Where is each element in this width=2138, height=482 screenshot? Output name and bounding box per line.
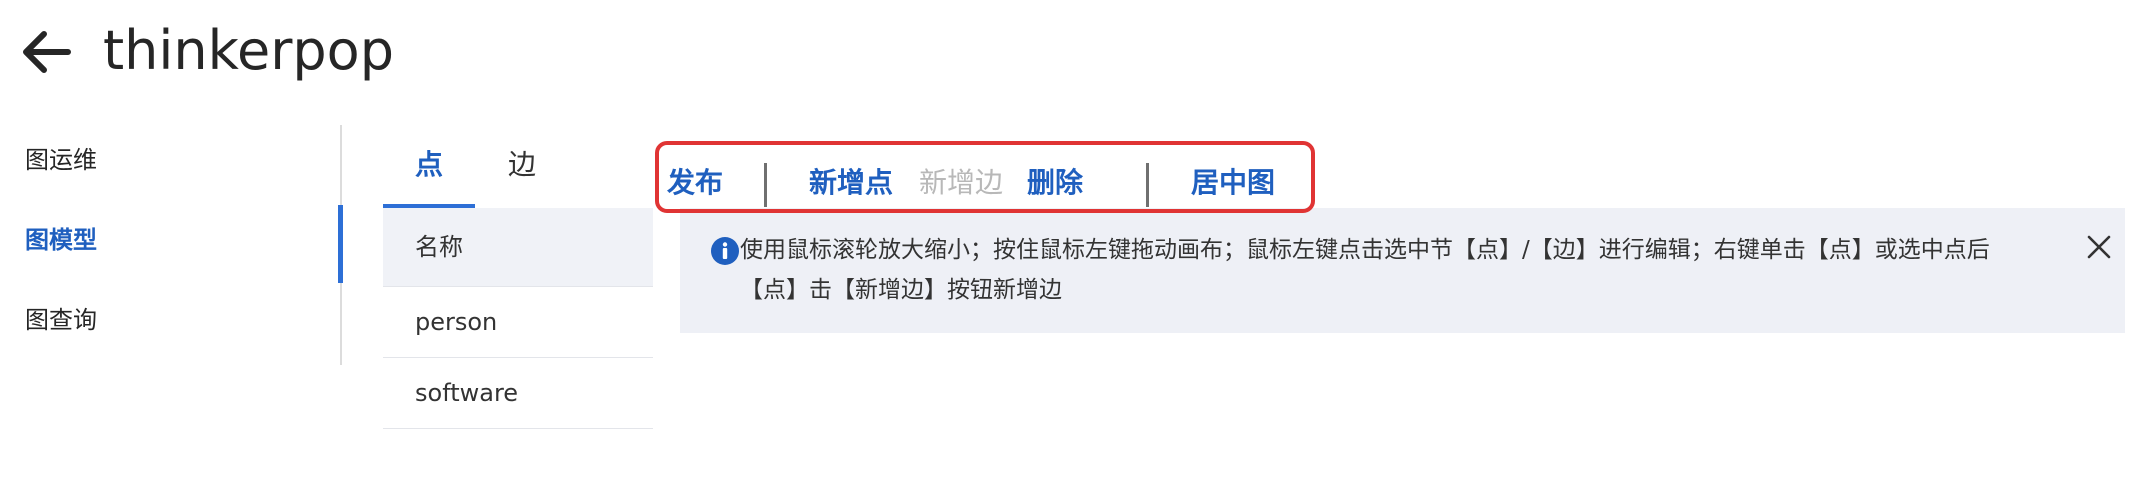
vertex-edge-tabs: 点 边 xyxy=(383,130,653,208)
arrow-left-icon[interactable] xyxy=(20,28,72,76)
header: thinkerpop xyxy=(0,0,2138,110)
page-title: thinkerpop xyxy=(103,19,394,82)
info-text: 使用鼠标滚轮放大缩小；按住鼠标左键拖动画布；鼠标左键点击选中节【点】/【边】进行… xyxy=(740,237,1990,303)
sidebar-active-indicator xyxy=(338,205,343,283)
sidebar-item-graph-ops[interactable]: 图运维 xyxy=(25,135,325,185)
table-row[interactable]: software xyxy=(383,358,653,429)
add-edge-button[interactable]: 新增边 xyxy=(919,165,1003,201)
vertex-table: 名称 person software xyxy=(383,208,653,429)
delete-button[interactable]: 删除 xyxy=(1027,165,1083,201)
sidebar: 图运维 图模型 图查询 xyxy=(0,125,342,365)
close-icon[interactable] xyxy=(2082,230,2116,264)
sidebar-item-graph-model[interactable]: 图模型 xyxy=(25,215,325,265)
table-row[interactable]: person xyxy=(383,287,653,358)
vertex-table-header: 名称 xyxy=(383,208,653,287)
sidebar-item-graph-query[interactable]: 图查询 xyxy=(25,295,325,345)
toolbar-separator xyxy=(1146,163,1149,207)
tab-vertex[interactable]: 点 xyxy=(415,130,443,204)
info-banner: 使用鼠标滚轮放大缩小；按住鼠标左键拖动画布；鼠标左键点击选中节【点】/【边】进行… xyxy=(680,208,2125,333)
info-icon xyxy=(711,237,739,265)
add-vertex-button[interactable]: 新增点 xyxy=(809,165,893,201)
center-graph-button[interactable]: 居中图 xyxy=(1191,165,1275,201)
publish-button[interactable]: 发布 xyxy=(667,165,723,201)
graph-toolbar: 发布 新增点 新增边 删除 居中图 xyxy=(655,141,1315,213)
tab-edge[interactable]: 边 xyxy=(508,130,536,204)
toolbar-separator xyxy=(764,163,767,207)
